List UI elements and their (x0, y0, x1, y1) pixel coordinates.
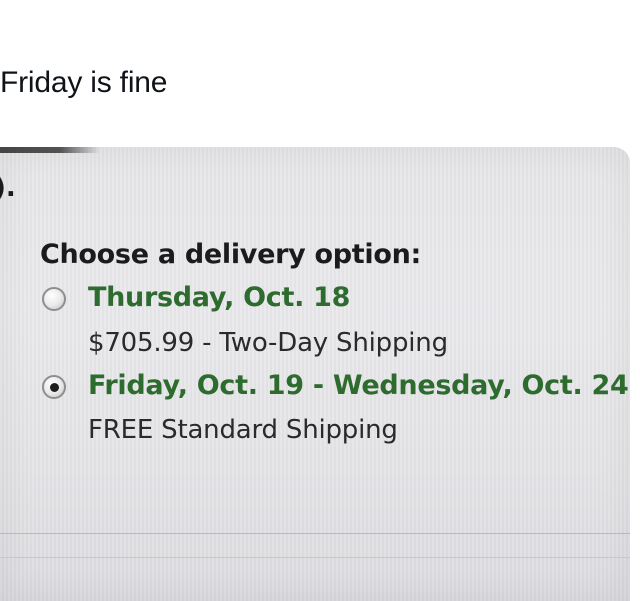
option-thursday-shipping: $705.99 - Two-Day Shipping (88, 328, 448, 358)
radio-thursday[interactable] (42, 287, 66, 311)
option-thursday-date: Thursday, Oct. 18 (88, 282, 351, 313)
post-text: Friday is fine (0, 66, 168, 99)
divider-line (0, 557, 630, 558)
cropped-text-fragment: ). (0, 173, 16, 203)
radio-friday-selected[interactable] (42, 375, 66, 399)
delivery-options-heading: Choose a delivery option: (40, 239, 422, 270)
option-friday-shipping: FREE Standard Shipping (88, 415, 398, 445)
attached-photo[interactable]: ). Choose a delivery option: Thursday, O… (0, 147, 630, 601)
option-friday-date: Friday, Oct. 19 - Wednesday, Oct. 24 (88, 370, 629, 401)
photo-top-edge (0, 147, 100, 153)
divider-line (0, 533, 630, 534)
tweet-container: Friday is fine ). Choose a delivery opti… (0, 0, 640, 601)
